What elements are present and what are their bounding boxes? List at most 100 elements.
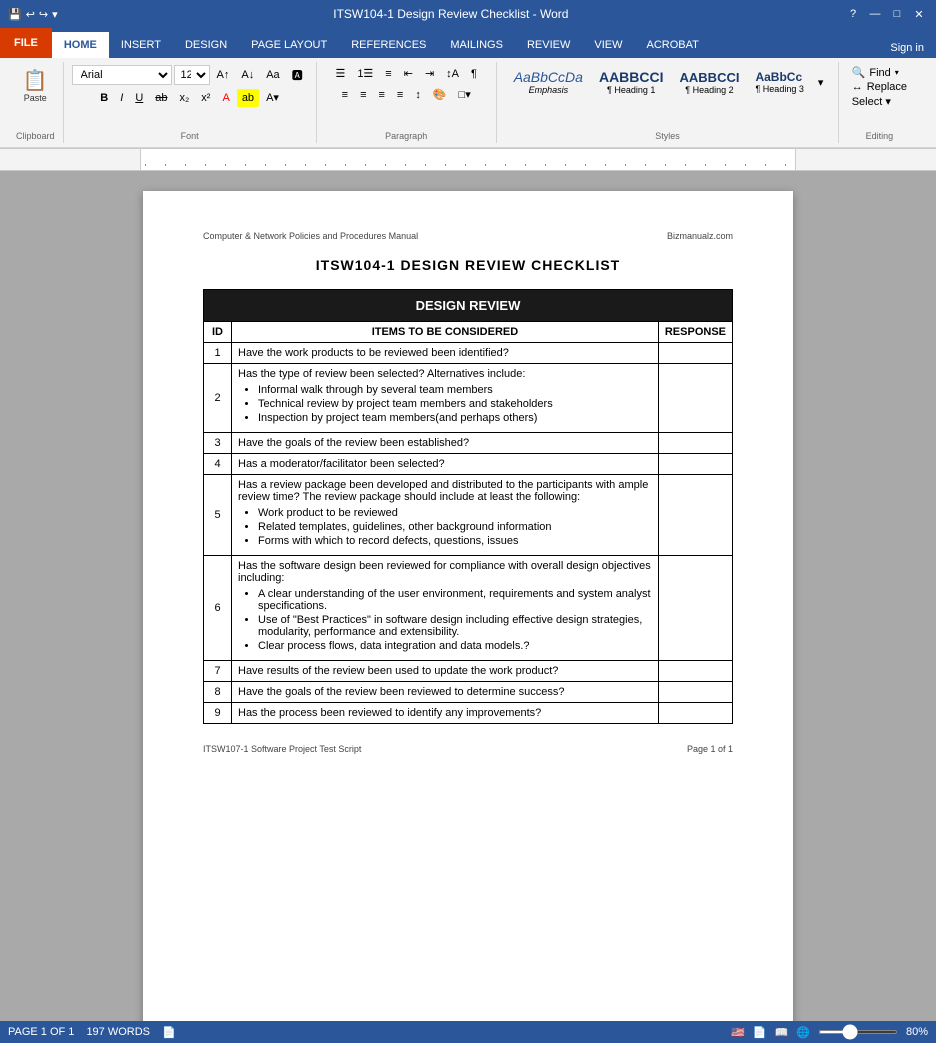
tab-mailings[interactable]: MAILINGS xyxy=(438,32,515,58)
font-size-selector[interactable]: 12 xyxy=(174,65,210,85)
multilevel-button[interactable]: ≡ xyxy=(380,65,396,83)
zoom-slider[interactable] xyxy=(818,1030,898,1034)
shrink-font-button[interactable]: A↓ xyxy=(236,66,259,84)
grow-font-button[interactable]: A↑ xyxy=(212,66,235,84)
tab-insert[interactable]: INSERT xyxy=(109,32,173,58)
styles-label: Styles xyxy=(655,129,680,141)
change-case-button[interactable]: Aa xyxy=(261,66,284,84)
font-name-selector[interactable]: Arial xyxy=(72,65,172,85)
shading-button[interactable]: 🎨 xyxy=(428,85,452,104)
word-count: 197 WORDS xyxy=(86,1026,150,1038)
superscript-button[interactable]: x² xyxy=(196,89,215,107)
table-row: 7 Have results of the review been used t… xyxy=(204,661,733,682)
row-response xyxy=(658,682,732,703)
select-button[interactable]: Select ▾ xyxy=(852,95,907,108)
paragraph-group: ☰ 1☰ ≡ ⇤ ⇥ ↕A ¶ ≡ ≡ ≡ ≡ ↕ 🎨 □▾ Paragraph xyxy=(317,62,497,143)
style-heading2[interactable]: AABBCCI ¶ Heading 2 xyxy=(673,67,747,98)
align-left-button[interactable]: ≡ xyxy=(337,86,353,104)
status-right: 🇺🇸 📄 📖 🌐 80% xyxy=(731,1026,928,1039)
tab-file[interactable]: FILE xyxy=(0,28,52,58)
layout-icon[interactable]: 📄 xyxy=(162,1026,176,1039)
find-button[interactable]: 🔍 Find ▾ xyxy=(852,66,907,79)
sort-button[interactable]: ↕A xyxy=(441,65,464,83)
subscript-button[interactable]: x₂ xyxy=(175,89,195,107)
footer-right: Page 1 of 1 xyxy=(687,744,733,754)
font-color-button[interactable]: A▾ xyxy=(261,88,284,107)
maximize-button[interactable]: □ xyxy=(888,5,906,23)
text-color-button[interactable]: A xyxy=(217,89,234,107)
undo-icon[interactable]: ↩ xyxy=(26,8,35,21)
tab-review[interactable]: REVIEW xyxy=(515,32,582,58)
row-response xyxy=(658,433,732,454)
list-item: Informal walk through by several team me… xyxy=(258,384,652,396)
decrease-indent-button[interactable]: ⇤ xyxy=(399,64,418,83)
ruler-area xyxy=(0,149,936,171)
minimize-button[interactable]: — xyxy=(866,5,884,23)
style-heading1[interactable]: AABBCCI ¶ Heading 1 xyxy=(592,66,671,98)
document-page: Computer & Network Policies and Procedur… xyxy=(143,191,793,1021)
view-web-button[interactable]: 🌐 xyxy=(796,1026,810,1039)
save-icon[interactable]: 💾 xyxy=(8,8,22,21)
font-group: Arial 12 A↑ A↓ Aa 🅰 B I U ab x₂ x² A ab … xyxy=(64,62,317,143)
style-emphasis[interactable]: AaBbCcDa Emphasis xyxy=(507,66,590,98)
sign-in-button[interactable]: Sign in xyxy=(878,38,936,58)
tab-page-layout[interactable]: PAGE LAYOUT xyxy=(239,32,339,58)
increase-indent-button[interactable]: ⇥ xyxy=(420,64,439,83)
replace-label: Replace xyxy=(867,81,907,93)
bullets-button[interactable]: ☰ xyxy=(330,64,350,83)
underline-button[interactable]: U xyxy=(130,89,148,107)
editing-label: Editing xyxy=(866,129,894,141)
justify-button[interactable]: ≡ xyxy=(392,86,408,104)
align-center-button[interactable]: ≡ xyxy=(355,86,371,104)
header-right: Bizmanualz.com xyxy=(667,231,733,241)
table-row: 8 Have the goals of the review been revi… xyxy=(204,682,733,703)
paste-icon: 📋 xyxy=(23,68,48,93)
ribbon-tabs: FILE HOME INSERT DESIGN PAGE LAYOUT REFE… xyxy=(0,28,936,58)
redo-icon[interactable]: ↪ xyxy=(39,8,48,21)
more-styles-button[interactable]: ▾ xyxy=(813,73,829,92)
view-reading-button[interactable]: 📖 xyxy=(775,1026,789,1039)
row-item: Has the type of review been selected? Al… xyxy=(232,364,659,433)
row-item: Have results of the review been used to … xyxy=(232,661,659,682)
tab-design[interactable]: DESIGN xyxy=(173,32,239,58)
document-area[interactable]: Computer & Network Policies and Procedur… xyxy=(0,171,936,1021)
row-item: Has the software design been reviewed fo… xyxy=(232,556,659,661)
zoom-level: 80% xyxy=(906,1026,928,1038)
clear-format-button[interactable]: 🅰 xyxy=(287,64,308,86)
table-row: 1 Have the work products to be reviewed … xyxy=(204,343,733,364)
table-sub-header-row: ID ITEMS TO BE CONSIDERED RESPONSE xyxy=(204,322,733,343)
row-response xyxy=(658,475,732,556)
bullet-list: A clear understanding of the user enviro… xyxy=(238,588,652,652)
table-row: 2 Has the type of review been selected? … xyxy=(204,364,733,433)
paste-button[interactable]: 📋 Paste xyxy=(19,66,52,105)
tab-home[interactable]: HOME xyxy=(52,32,109,58)
find-dropdown[interactable]: ▾ xyxy=(895,68,899,77)
tab-references[interactable]: REFERENCES xyxy=(339,32,438,58)
tab-view[interactable]: VIEW xyxy=(582,32,634,58)
paragraph-row1: ☰ 1☰ ≡ ⇤ ⇥ ↕A ¶ xyxy=(330,64,481,83)
help-button[interactable]: ? xyxy=(844,5,862,23)
replace-icon: ↔ xyxy=(852,81,863,93)
line-spacing-button[interactable]: ↕ xyxy=(410,86,426,104)
font-row2: B I U ab x₂ x² A ab A▾ xyxy=(95,88,284,107)
numbering-button[interactable]: 1☰ xyxy=(352,64,378,83)
close-button[interactable]: ✕ xyxy=(910,5,928,23)
align-right-button[interactable]: ≡ xyxy=(374,86,390,104)
italic-button[interactable]: I xyxy=(115,89,128,107)
borders-button[interactable]: □▾ xyxy=(454,85,476,104)
tab-acrobat[interactable]: ACROBAT xyxy=(634,32,710,58)
footer-left: ITSW107-1 Software Project Test Script xyxy=(203,744,361,754)
list-item: Forms with which to record defects, ques… xyxy=(258,535,652,547)
highlight-button[interactable]: ab xyxy=(237,89,259,107)
view-print-button[interactable]: 📄 xyxy=(753,1026,767,1039)
row-item: Has a review package been developed and … xyxy=(232,475,659,556)
strikethrough-button[interactable]: ab xyxy=(150,89,172,107)
quick-access-toolbar[interactable]: 💾 ↩ ↪ ▾ xyxy=(8,8,58,21)
find-label: Find xyxy=(869,67,890,79)
bold-button[interactable]: B xyxy=(95,89,113,107)
show-marks-button[interactable]: ¶ xyxy=(466,65,482,83)
style-heading3[interactable]: AaBbCc ¶ Heading 3 xyxy=(748,67,810,97)
replace-button[interactable]: ↔ Replace xyxy=(852,81,907,93)
window-controls[interactable]: ? — □ ✕ xyxy=(844,5,928,23)
header-left: Computer & Network Policies and Procedur… xyxy=(203,231,418,241)
